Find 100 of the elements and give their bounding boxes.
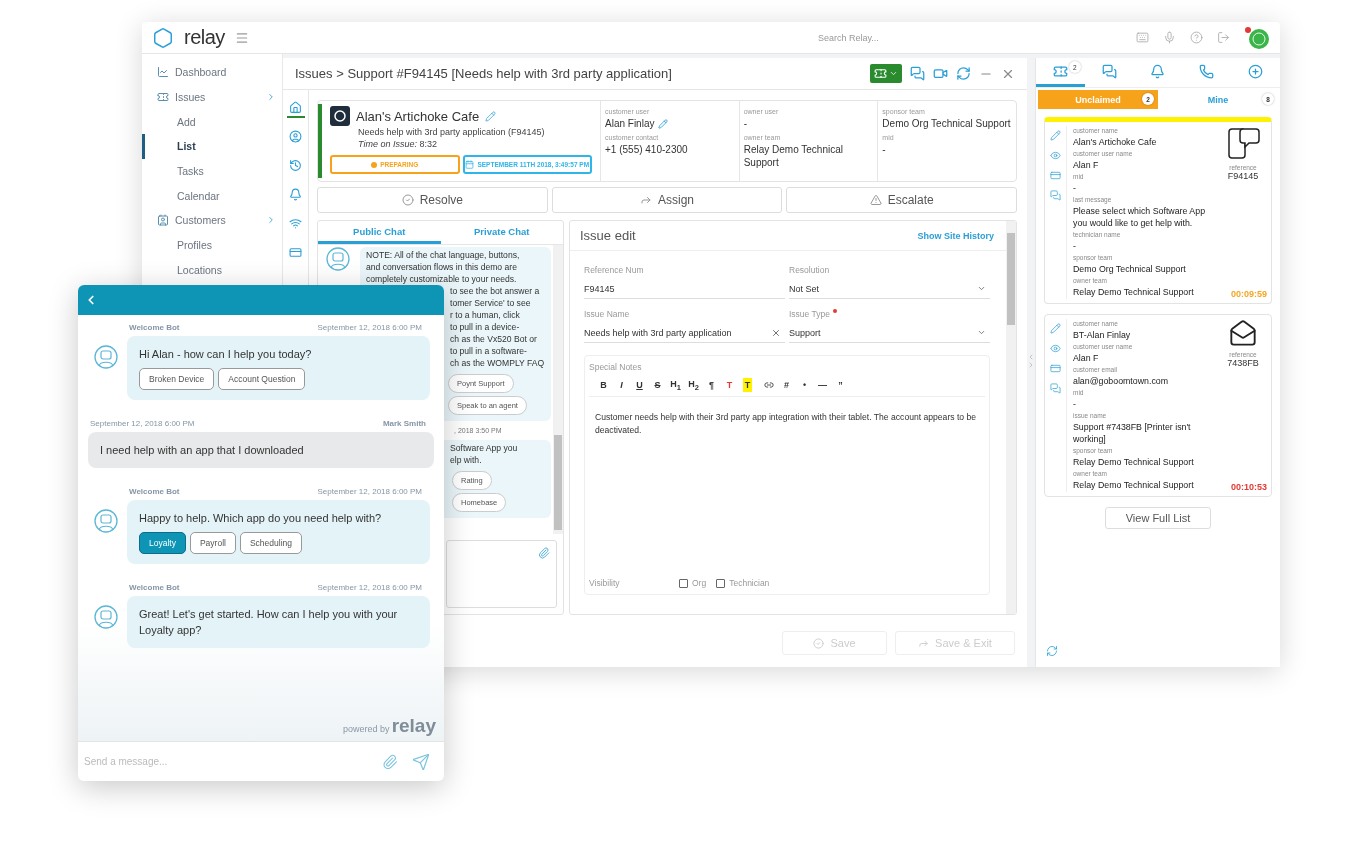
sidebar-item[interactable]: Tasks — [142, 158, 282, 184]
option-button[interactable]: Payroll — [189, 532, 236, 554]
field-value: Demo Org Technical Support — [1073, 263, 1187, 275]
card-icon[interactable] — [1050, 363, 1061, 374]
checkbox[interactable] — [679, 578, 688, 588]
eye-icon[interactable] — [1050, 150, 1061, 161]
queue-card[interactable] — [1044, 117, 1272, 304]
checkbox-label: Org — [692, 578, 707, 588]
refresh-icon[interactable] — [1046, 645, 1058, 657]
sidebar-item[interactable]: Issues — [142, 84, 282, 110]
field-value: BT-Alan Finlay — [1073, 329, 1132, 341]
search-field[interactable]: Search Relay... — [816, 31, 906, 44]
message-text: NOTE: All of the chat language, buttons, and conversation flows in this demo are completely customizable to your needs. — [366, 249, 520, 285]
chat-icon[interactable] — [1050, 383, 1061, 394]
checkbox[interactable] — [716, 578, 726, 588]
format-button[interactable]: H$_{2}$ — [683, 378, 704, 392]
option-button[interactable]: Scheduling — [239, 532, 302, 554]
eye-icon[interactable] — [1050, 343, 1061, 354]
phone-message-icon — [1226, 126, 1260, 160]
format-button[interactable]: ¶ — [701, 378, 722, 392]
tab-icon — [1101, 63, 1117, 79]
help-icon[interactable] — [1190, 31, 1203, 44]
avatar-icon[interactable] — [1244, 25, 1270, 50]
paperclip-icon[interactable] — [382, 753, 398, 770]
notes-text[interactable]: Customer needs help with their 3rd party app integration with their tablet. The account appears to be deactivated. — [589, 397, 985, 578]
card-icon[interactable] — [1050, 170, 1061, 181]
pencil-icon[interactable] — [1050, 130, 1061, 141]
queue-card[interactable] — [1044, 314, 1272, 497]
refresh-icon[interactable] — [956, 66, 971, 81]
text-field[interactable]: F94145 — [584, 279, 785, 299]
chat-icon[interactable] — [1050, 190, 1061, 201]
format-button[interactable]: I — [611, 378, 632, 392]
format-button[interactable]: # — [776, 378, 797, 392]
format-button[interactable]: H$_{1}$ — [665, 378, 686, 392]
text-field[interactable]: Needs help with 3rd party application — [584, 323, 785, 343]
sender-name: Welcome Bot — [129, 583, 180, 592]
sidebar-item[interactable]: Add — [142, 109, 282, 135]
send-icon[interactable] — [412, 752, 430, 771]
select-field[interactable]: Support — [789, 323, 990, 343]
clear-icon[interactable] — [771, 327, 781, 338]
format-button[interactable]: U — [629, 378, 650, 392]
format-button[interactable]: T — [743, 378, 752, 392]
logo-icon — [152, 26, 174, 49]
tab-icon — [1150, 63, 1166, 79]
format-button[interactable]: • — [794, 378, 815, 392]
microphone-icon[interactable] — [1163, 31, 1176, 44]
sidebar-item[interactable]: Locations — [142, 257, 282, 283]
field-value: Relay Demo Technical Support — [1073, 456, 1195, 468]
chat-icon[interactable] — [910, 66, 925, 81]
option-button[interactable]: Loyalty — [139, 532, 186, 554]
logout-icon[interactable] — [1217, 31, 1230, 44]
chevron-icon — [266, 215, 276, 226]
action-button[interactable]: Assign — [551, 187, 783, 213]
rail-icon — [289, 158, 302, 172]
sender-name: Welcome Bot — [129, 323, 180, 332]
collapse-icon[interactable] — [1027, 352, 1035, 361]
format-button[interactable]: ” — [830, 378, 851, 392]
section-icon — [157, 66, 169, 79]
pencil-icon[interactable] — [485, 110, 497, 122]
sidebar-item[interactable]: Customers — [142, 208, 282, 233]
reference-number: 7438FB — [1227, 358, 1259, 368]
message-text: Software App you elp with. — [450, 442, 518, 466]
bot-avatar-icon — [94, 345, 118, 369]
pencil-icon[interactable] — [658, 118, 669, 129]
action-icon — [640, 194, 652, 206]
keyboard-icon[interactable] — [1136, 31, 1149, 44]
section-icon — [157, 91, 169, 104]
format-button[interactable]: — — [812, 378, 833, 392]
bot-avatar-icon — [94, 509, 118, 533]
select-field[interactable]: Not Set — [789, 279, 990, 299]
sidebar-item[interactable]: Profiles — [142, 232, 282, 258]
format-button[interactable]: B — [593, 378, 614, 392]
field-value: Alan's Artichoke Cafe — [1073, 136, 1158, 148]
checkbox-label: Technician — [729, 578, 770, 588]
paperclip-icon[interactable] — [538, 547, 550, 559]
calendar-icon — [465, 160, 475, 169]
scrollbar[interactable] — [553, 245, 563, 534]
action-button[interactable]: Escalate — [786, 187, 1017, 213]
caret-icon — [977, 284, 986, 293]
action-button[interactable]: Resolve — [317, 187, 548, 213]
field-value: - — [1073, 398, 1077, 410]
option-button[interactable]: Account Question — [218, 368, 306, 390]
message-time: September 12, 2018 6:00 PM — [90, 419, 195, 428]
video-icon[interactable] — [933, 66, 948, 81]
menu-icon[interactable] — [234, 30, 249, 45]
view-full-list-button[interactable]: View Full List — [1105, 507, 1211, 529]
option-button[interactable]: Broken Device — [139, 368, 215, 390]
expand-icon[interactable] — [1027, 360, 1035, 369]
rail-tab[interactable] — [286, 98, 305, 118]
bot-avatar-icon — [326, 247, 350, 271]
message-text: Great! Let's get started. How can I help you with your Loyalty app? — [139, 607, 399, 638]
tab-icon — [1052, 63, 1068, 79]
pencil-icon[interactable] — [1050, 323, 1061, 334]
message-input-field[interactable]: Send a message... — [78, 741, 444, 781]
scrollbar[interactable] — [1006, 221, 1016, 614]
sidebar-item[interactable]: Dashboard — [142, 60, 282, 85]
format-button[interactable]: T — [719, 378, 740, 392]
sidebar-item[interactable]: Calendar — [142, 183, 282, 209]
ticket-button[interactable] — [870, 64, 902, 83]
chat-input-field[interactable] — [446, 540, 557, 608]
